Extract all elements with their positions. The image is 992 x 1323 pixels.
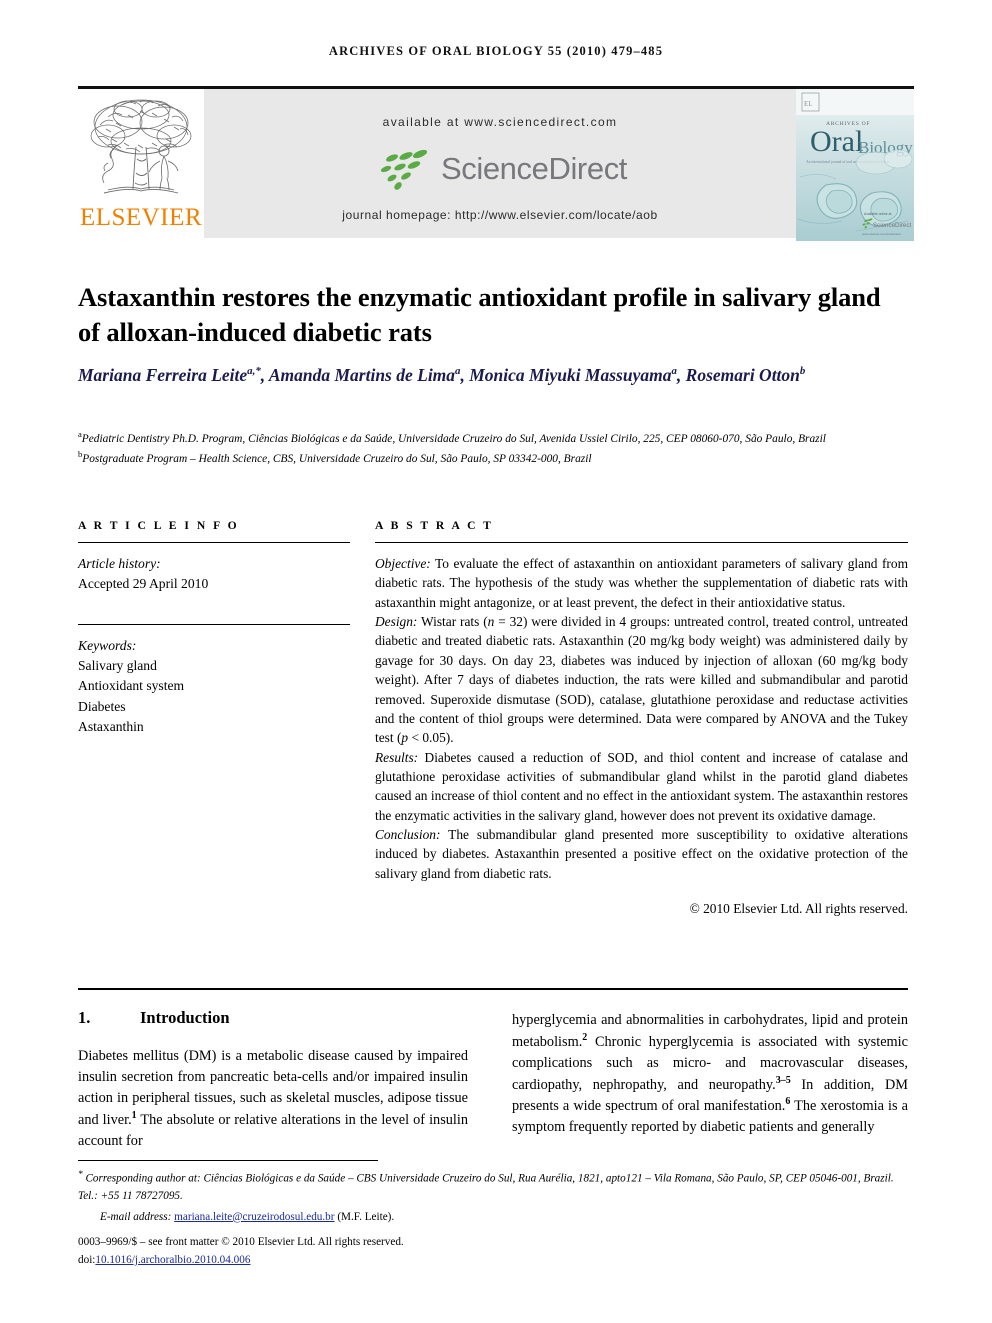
elsevier-wordmark: ELSEVIER: [79, 204, 203, 231]
abstract-results-label: Results:: [375, 749, 419, 765]
section-number: 1.: [78, 1008, 91, 1027]
abstract-objective: Objective: To evaluate the effect of ast…: [375, 554, 908, 612]
abstract-results-text: Diabetes caused a reduction of SOD, and …: [375, 749, 908, 823]
keyword-item: Antioxidant system: [78, 678, 185, 694]
abstract-design: Design: Wistar rats (n = 32) were divide…: [375, 612, 908, 748]
email-line: E-mail address: mariana.leite@cruzeirodo…: [78, 1209, 916, 1226]
journal-cover-block: EL ARCHIVES OF Oral Biology An internati…: [796, 86, 914, 241]
page-title: Astaxanthin restores the enzymatic antio…: [78, 281, 881, 347]
abstract-copyright: © 2010 Elsevier Ltd. All rights reserved…: [689, 901, 908, 917]
footnote-divider: [78, 1160, 378, 1161]
article-info-column: A R T I C L E I N F O Article history: A…: [78, 519, 350, 737]
elsevier-logo-block: ELSEVIER: [78, 86, 204, 238]
abstract-conclusion-label: Conclusion:: [375, 827, 441, 843]
doi-label: doi:: [78, 1253, 96, 1266]
abstract-objective-text: To evaluate the effect of astaxanthin on…: [375, 556, 908, 610]
journal-cover-image: EL ARCHIVES OF Oral Biology An internati…: [796, 89, 914, 241]
doi-line: doi:10.1016/j.archoralbio.2010.04.006: [78, 1252, 916, 1269]
abstract-body: Objective: To evaluate the effect of ast…: [375, 554, 908, 918]
article-history-label: Article history:: [78, 556, 161, 571]
corresponding-author-line: * Corresponding author at: Ciências Biol…: [78, 1168, 916, 1205]
email-link[interactable]: mariana.leite@cruzeirodosul.edu.br: [174, 1211, 334, 1223]
svg-text:Available online at: Available online at: [864, 212, 892, 216]
body-column-right: hyperglycemia and abnormalities in carbo…: [512, 1010, 908, 1138]
body-divider: [78, 988, 908, 990]
masthead-banner: ELSEVIER available at www.sciencedirect.…: [78, 86, 914, 241]
article-info-divider-bottom: [78, 624, 350, 626]
page-footer: * Corresponding author at: Ciências Biol…: [78, 1168, 916, 1269]
sciencedirect-leaves-icon: [380, 149, 428, 190]
abstract-results: Results: Diabetes caused a reduction of …: [375, 748, 908, 825]
affiliation-b: bPostgraduate Program – Health Science, …: [78, 448, 908, 468]
article-history-value: Accepted 29 April 2010: [78, 576, 209, 592]
available-at-text: available at www.sciencedirect.com: [382, 115, 618, 129]
article-info-heading: A R T I C L E I N F O: [78, 519, 240, 532]
email-attribution: (M.F. Leite).: [334, 1210, 395, 1223]
sciencedirect-wordmark: ScienceDirect: [440, 151, 628, 186]
journal-article-page: ARCHIVES OF ORAL BIOLOGY 55 (2010) 479–4…: [0, 0, 992, 1323]
section-heading: Introduction: [140, 1008, 230, 1027]
abstract-design-label: Design:: [375, 614, 418, 630]
abstract-heading: A B S T R A C T: [375, 519, 494, 532]
corresponding-author-marker: *: [78, 1170, 83, 1180]
journal-homepage-link[interactable]: journal homepage: http://www.elsevier.co…: [204, 208, 796, 222]
svg-text:www.elsevier.com/locate/aob: www.elsevier.com/locate/aob: [862, 232, 901, 236]
abstract-objective-label: Objective:: [375, 556, 431, 571]
doi-link[interactable]: 10.1016/j.archoralbio.2010.04.006: [95, 1254, 250, 1266]
affiliation-a: aPediatric Dentistry Ph.D. Program, Ciên…: [78, 428, 908, 448]
abstract-design-text: Wistar rats (n = 32) were divided in 4 g…: [375, 614, 908, 746]
sciencedirect-band: available at www.sciencedirect.com Scien…: [204, 86, 796, 238]
affiliation-a-text: Pediatric Dentistry Ph.D. Program, Ciênc…: [81, 432, 826, 445]
front-matter-line: 0003–9969/$ – see front matter © 2010 El…: [78, 1235, 404, 1248]
introduction-paragraph-right: hyperglycemia and abnormalities in carbo…: [512, 1012, 908, 1135]
elsevier-tree-icon: [90, 99, 192, 194]
keywords-block: Keywords: Salivary gland Antioxidant sys…: [78, 636, 350, 737]
keyword-item: Astaxanthin: [78, 718, 144, 734]
affiliation-list: aPediatric Dentistry Ph.D. Program, Ciên…: [78, 428, 908, 469]
body-column-left: Diabetes mellitus (DM) is a metabolic di…: [78, 1046, 468, 1151]
running-head: ARCHIVES OF ORAL BIOLOGY 55 (2010) 479–4…: [328, 44, 664, 58]
corresponding-author-text: Ciências Biológicas e da Saúde – CBS Uni…: [78, 1172, 894, 1202]
abstract-divider: [375, 542, 908, 543]
svg-text:ScienceDirect: ScienceDirect: [873, 222, 911, 229]
svg-text:EL: EL: [804, 100, 813, 108]
article-info-divider-top: [78, 542, 350, 543]
keyword-item: Diabetes: [78, 698, 126, 714]
svg-text:Oral: Oral: [810, 125, 863, 158]
keywords-label: Keywords:: [78, 638, 137, 654]
abstract-column: A B S T R A C T Objective: To evaluate t…: [375, 519, 908, 918]
section-title-introduction: 1. Introduction: [78, 1008, 468, 1028]
author-list: Mariana Ferreira Leitea,*, Amanda Martin…: [78, 365, 806, 385]
abstract-conclusion-text: The submandibular gland presented more s…: [375, 827, 908, 881]
corresponding-author-label: Corresponding author at:: [85, 1172, 201, 1185]
abstract-conclusion: Conclusion: The submandibular gland pres…: [375, 825, 908, 883]
keyword-item: Salivary gland: [78, 658, 157, 674]
affiliation-b-text: Postgraduate Program – Health Science, C…: [82, 453, 592, 466]
email-label: E-mail address:: [100, 1210, 172, 1223]
sciencedirect-logo: ScienceDirect: [373, 147, 627, 191]
introduction-paragraph-left: Diabetes mellitus (DM) is a metabolic di…: [78, 1048, 468, 1149]
article-history-block: Article history: Accepted 29 April 2010: [78, 554, 350, 594]
